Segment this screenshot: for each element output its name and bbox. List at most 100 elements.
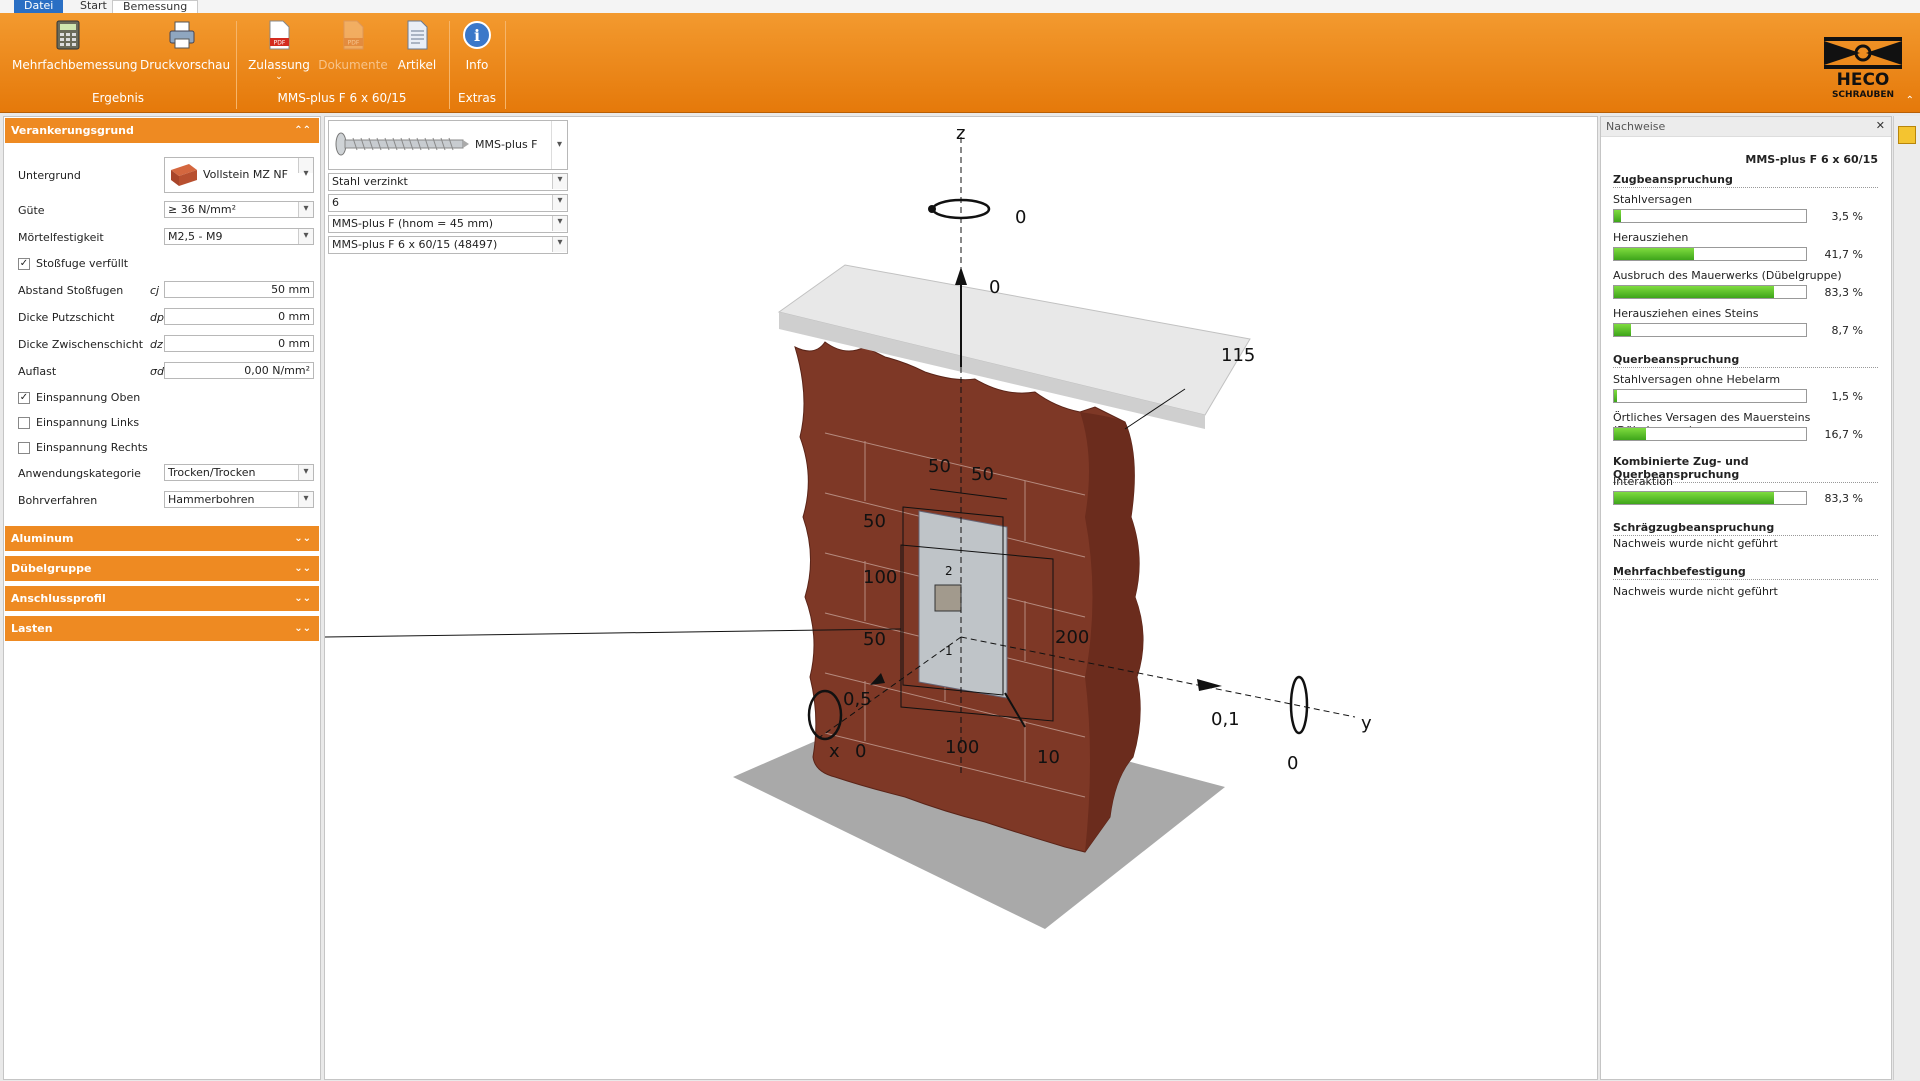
chevron-down-icon: ⌄: [275, 72, 283, 82]
moertel-row: Mörtelfestigkeit M2,5 - M9: [14, 228, 314, 246]
progress-bar: [1613, 389, 1807, 403]
svg-text:PDF: PDF: [274, 40, 286, 47]
tab-bemessung[interactable]: Bemessung: [112, 0, 199, 13]
zulassung-label: Zulassung: [248, 58, 310, 72]
zulassung-button[interactable]: PDF Zulassung ⌄: [246, 19, 312, 82]
auflast-row: Auflast σd 0,00 N/mm²: [14, 362, 314, 380]
anchor-number-1: 1: [945, 644, 953, 658]
progress-fill: [1614, 248, 1695, 260]
dim-50-d: 50: [863, 629, 886, 650]
schraeg-text: Nachweis wurde nicht geführt: [1613, 537, 1778, 550]
dim-50-c: 50: [863, 511, 886, 532]
zwischen-row: Dicke Zwischenschicht dz 0 mm: [14, 335, 314, 353]
section-title: Anschlussprofil: [11, 592, 106, 605]
dim-10: 10: [1037, 747, 1060, 768]
info-label: Info: [465, 58, 489, 72]
expand-icon: ⌄⌄: [294, 623, 311, 634]
artikel-button[interactable]: Artikel: [396, 19, 438, 72]
progress-bar: [1613, 491, 1807, 505]
notes-icon[interactable]: [1898, 126, 1916, 144]
tab-start[interactable]: Start: [70, 0, 117, 13]
progress-bar: [1613, 323, 1807, 337]
untergrund-value: Vollstein MZ NF: [203, 168, 288, 181]
putz-input[interactable]: 0 mm: [164, 308, 314, 325]
menu-tab-bar: Datei Start Bemessung: [0, 0, 1920, 13]
quer-heading: Querbeanspruchung: [1613, 353, 1878, 368]
stossfuge-checkbox[interactable]: ✓: [18, 258, 30, 270]
zwischen-input[interactable]: 0 mm: [164, 335, 314, 352]
svg-text:PDF: PDF: [348, 40, 360, 47]
expand-icon: ⌄⌄: [294, 593, 311, 604]
einsp-oben-row: ✓ Einspannung Oben: [14, 389, 314, 407]
quer-item-label: Stahlversagen ohne Hebelarm: [1613, 373, 1781, 386]
calculator-icon: [56, 20, 80, 50]
ribbon: Mehrfachbemessung Druckvorschau PDF Zula…: [0, 13, 1920, 113]
section-title: Aluminum: [11, 532, 74, 545]
einsp-links-checkbox[interactable]: [18, 417, 30, 429]
fz-arrow-icon: [955, 267, 967, 285]
axis-x-label: x: [829, 741, 840, 762]
progress-fill: [1614, 428, 1647, 440]
mehrfachbemessung-button[interactable]: Mehrfachbemessung: [12, 19, 137, 72]
dokumente-button[interactable]: PDF Dokumente: [318, 19, 388, 72]
info-button[interactable]: i Info: [458, 19, 496, 72]
untergrund-select[interactable]: Vollstein MZ NF: [164, 157, 314, 193]
results-product: MMS-plus F 6 x 60/15: [1745, 153, 1878, 166]
printer-icon: [169, 21, 195, 49]
zug-item-label: Herausziehen: [1613, 231, 1689, 244]
tab-datei[interactable]: Datei: [14, 0, 64, 13]
einsp-rechts-checkbox[interactable]: [18, 442, 30, 454]
einsp-oben-checkbox[interactable]: ✓: [18, 392, 30, 404]
ribbon-group-extras: Extras: [458, 91, 496, 105]
pdf-icon: PDF: [269, 20, 290, 50]
results-header: Nachweise ✕: [1601, 117, 1891, 137]
progress-fill: [1614, 210, 1621, 222]
svg-text:i: i: [474, 26, 480, 45]
logo-text-heco: HECO: [1837, 70, 1890, 90]
section-duebelgruppe[interactable]: Dübelgruppe ⌄⌄: [5, 556, 319, 582]
percentage-value: 83,3 %: [1824, 286, 1863, 299]
results-title: Nachweise: [1606, 120, 1666, 133]
section-lasten[interactable]: Lasten ⌄⌄: [5, 616, 319, 642]
fz-value: 0: [989, 277, 1000, 298]
mehr-heading: Mehrfachbefestigung: [1613, 565, 1878, 580]
guete-select[interactable]: ≥ 36 N/mm²: [164, 201, 314, 218]
stossfuge-label: Stoßfuge verfüllt: [36, 257, 129, 270]
expand-icon: ⌄⌄: [294, 563, 311, 574]
percentage-value: 16,7 %: [1824, 428, 1863, 441]
percentage-value: 83,3 %: [1824, 492, 1863, 505]
viewport-3d[interactable]: MMS-plus F ▾ Stahl verzinkt 6 MMS-plus F…: [324, 116, 1598, 1080]
section-aluminum[interactable]: Aluminum ⌄⌄: [5, 526, 319, 552]
logo-text-schrauben: SCHRAUBEN: [1832, 90, 1894, 100]
moertel-label: Mörtelfestigkeit: [18, 231, 104, 244]
pdf-disabled-icon: PDF: [343, 20, 364, 50]
bohr-select[interactable]: Hammerbohren: [164, 491, 314, 508]
section-verankerungsgrund[interactable]: Verankerungsgrund ⌃⌃: [5, 118, 319, 144]
anwendung-select[interactable]: Trocken/Trocken: [164, 464, 314, 481]
dim-200: 200: [1055, 627, 1089, 648]
untergrund-row: Untergrund Vollstein MZ NF: [14, 157, 314, 193]
komb-item-label: Interaktion: [1613, 475, 1674, 488]
ribbon-separator: [449, 21, 450, 109]
schraeg-heading: Schrägzugbeanspruchung: [1613, 521, 1878, 536]
collapse-ribbon-icon[interactable]: ⌃: [1906, 95, 1914, 106]
abstand-input[interactable]: 50 mm: [164, 281, 314, 298]
druckvorschau-label: Druckvorschau: [140, 58, 231, 72]
section-title: Dübelgruppe: [11, 562, 92, 575]
anchor-profile: [934, 584, 962, 612]
fy-value: 0,1: [1211, 709, 1240, 730]
close-icon[interactable]: ✕: [1876, 119, 1885, 132]
untergrund-label: Untergrund: [18, 169, 81, 182]
einsp-rechts-label: Einspannung Rechts: [36, 441, 148, 454]
section-anschlussprofil[interactable]: Anschlussprofil ⌄⌄: [5, 586, 319, 612]
progress-bar: [1613, 285, 1807, 299]
dim-50-a: 50: [928, 456, 951, 477]
moertel-select[interactable]: M2,5 - M9: [164, 228, 314, 245]
info-icon: i: [463, 21, 491, 49]
auflast-input[interactable]: 0,00 N/mm²: [164, 362, 314, 379]
druckvorschau-button[interactable]: Druckvorschau: [140, 19, 231, 72]
ribbon-separator: [505, 21, 506, 109]
fx-value: 0,5: [843, 689, 872, 710]
putz-label: Dicke Putzschicht: [18, 311, 115, 324]
expand-icon: ⌄⌄: [294, 533, 311, 544]
